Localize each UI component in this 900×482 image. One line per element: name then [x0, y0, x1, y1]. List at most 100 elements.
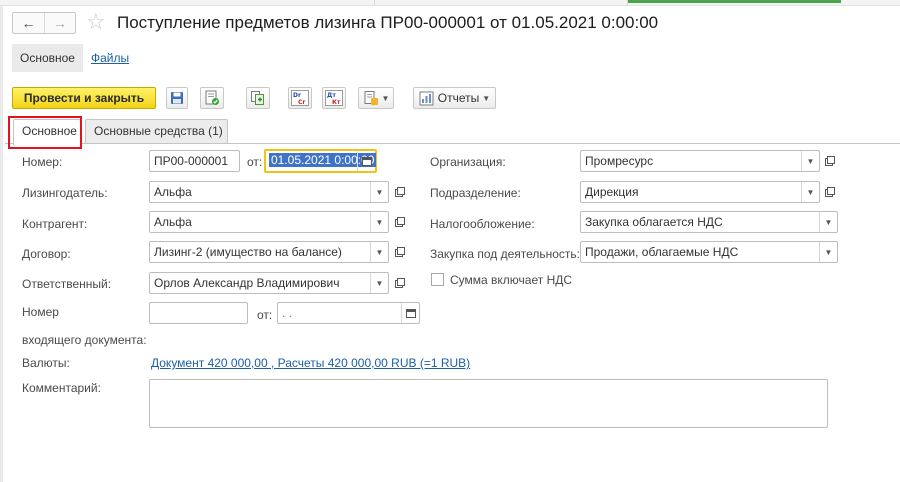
activity-label: Закупка под деятельность: — [430, 247, 581, 261]
lessor-label: Лизингодатель: — [22, 186, 108, 200]
organization-field[interactable]: Промресурс ▼ — [580, 150, 820, 172]
contract-open-button[interactable] — [391, 241, 409, 263]
calendar-icon[interactable] — [401, 303, 419, 323]
calendar-icon[interactable] — [357, 151, 375, 171]
date-field[interactable]: 01.05.2021 0:00:00 — [264, 149, 377, 173]
counterparty-open-button[interactable] — [391, 211, 409, 233]
responsible-field[interactable]: Орлов Александр Владимирович ▼ — [149, 272, 389, 294]
counterparty-value: Альфа — [154, 215, 192, 229]
open-link-icon — [825, 187, 835, 197]
lessor-open-button[interactable] — [391, 181, 409, 203]
chevron-down-icon: ▼ — [381, 93, 390, 103]
chevron-down-icon[interactable]: ▼ — [370, 273, 388, 293]
organization-value: Промресурс — [585, 154, 654, 168]
top-strip — [0, 0, 900, 6]
page-title: Поступление предметов лизинга ПР00-00000… — [117, 13, 659, 32]
dt-kt-icon: Дт Кт — [325, 90, 343, 106]
arrow-right-icon: → — [53, 15, 67, 31]
svg-text:Dr: Dr — [293, 92, 301, 99]
activity-value: Продажи, облагаемые НДС — [585, 245, 739, 259]
navigation-buttons: ← → — [12, 12, 76, 34]
dr-cr-button[interactable]: Dr Cr — [288, 87, 312, 109]
taxation-value: Закупка облагается НДС — [585, 215, 723, 229]
number-field[interactable]: ПР00-000001 — [149, 150, 240, 172]
chevron-down-icon[interactable]: ▼ — [801, 182, 819, 202]
open-link-icon — [825, 156, 835, 166]
tab-highlight-frame — [8, 116, 82, 149]
tab-fixed-assets[interactable]: Основные средства (1) — [85, 119, 228, 143]
chevron-down-icon[interactable]: ▼ — [801, 151, 819, 171]
contract-value: Лизинг-2 (имущество на балансе) — [154, 245, 342, 259]
left-edge — [0, 6, 3, 482]
taxation-field[interactable]: Закупка облагается НДС ▼ — [580, 211, 838, 233]
currency-label: Валюты: — [22, 356, 70, 370]
arrow-left-icon: ← — [21, 15, 36, 31]
chevron-down-icon[interactable]: ▼ — [370, 212, 388, 232]
contract-field[interactable]: Лизинг-2 (имущество на балансе) ▼ — [149, 241, 389, 263]
taxation-label: Налогообложение: — [430, 217, 535, 231]
responsible-value: Орлов Александр Владимирович — [154, 276, 340, 290]
svg-text:Дт: Дт — [327, 92, 336, 99]
department-field[interactable]: Дирекция ▼ — [580, 181, 820, 203]
star-icon[interactable]: ☆ — [86, 10, 106, 34]
department-open-button[interactable] — [821, 181, 839, 203]
dr-cr-icon: Dr Cr — [291, 90, 309, 106]
back-button[interactable]: ← — [13, 13, 44, 33]
post-and-close-button[interactable]: Провести и закрыть — [12, 87, 156, 109]
dt-kt-button[interactable]: Дт Кт — [322, 87, 346, 109]
number-value: ПР00-000001 — [154, 154, 229, 168]
incoming-document-label: входящего документа: — [22, 333, 147, 347]
incoming-date-prefix-label: от: — [257, 308, 273, 322]
post-document-icon — [205, 90, 219, 105]
top-strip-segment — [841, 0, 900, 5]
vat-included-checkbox[interactable] — [431, 273, 444, 286]
reports-label: Отчеты — [437, 91, 480, 105]
chevron-down-icon[interactable]: ▼ — [370, 182, 388, 202]
document-attachment-icon — [364, 91, 378, 105]
department-value: Дирекция — [585, 185, 639, 199]
incoming-date-field[interactable]: . . — [277, 302, 420, 324]
responsible-label: Ответственный: — [22, 277, 112, 291]
create-based-on-icon — [251, 91, 264, 105]
incoming-number-label: Номер — [22, 305, 59, 319]
create-based-on-button[interactable] — [246, 87, 270, 109]
chevron-down-icon: ▼ — [482, 93, 491, 103]
floppy-disk-icon — [171, 92, 183, 104]
organization-open-button[interactable] — [821, 150, 839, 172]
counterparty-label: Контрагент: — [22, 217, 88, 231]
open-link-icon — [395, 217, 405, 227]
activity-field[interactable]: Продажи, облагаемые НДС ▼ — [580, 241, 838, 263]
comment-field[interactable] — [149, 379, 828, 428]
organization-label: Организация: — [430, 155, 506, 169]
contract-label: Договор: — [22, 247, 71, 261]
tab-divider — [5, 143, 900, 144]
top-strip-segment — [375, 0, 628, 5]
lessor-field[interactable]: Альфа ▼ — [149, 181, 389, 203]
save-button[interactable] — [166, 87, 188, 109]
forward-button[interactable]: → — [44, 13, 75, 33]
open-link-icon — [395, 247, 405, 257]
active-window-indicator — [628, 0, 841, 3]
svg-text:Cr: Cr — [298, 99, 305, 106]
chevron-down-icon[interactable]: ▼ — [370, 242, 388, 262]
currency-link[interactable]: Документ 420 000,00 , Расчеты 420 000,00… — [151, 356, 470, 370]
svg-text:Кт: Кт — [332, 99, 341, 106]
lessor-value: Альфа — [154, 185, 192, 199]
reports-icon — [419, 91, 434, 105]
section-main[interactable]: Основное — [12, 44, 83, 72]
chevron-down-icon[interactable]: ▼ — [819, 242, 837, 262]
counterparty-field[interactable]: Альфа ▼ — [149, 211, 389, 233]
number-label: Номер: — [22, 155, 63, 169]
incoming-date-value: . . — [282, 306, 293, 320]
date-prefix-label: от: — [247, 155, 263, 169]
comment-label: Комментарий: — [22, 381, 101, 395]
incoming-number-field[interactable] — [149, 302, 248, 324]
open-link-icon — [395, 278, 405, 288]
top-strip-segment — [0, 0, 375, 5]
responsible-open-button[interactable] — [391, 272, 409, 294]
chevron-down-icon[interactable]: ▼ — [819, 212, 837, 232]
post-button[interactable] — [200, 87, 224, 109]
reports-menu-button[interactable]: Отчеты ▼ — [413, 87, 496, 109]
attachment-menu-button[interactable]: ▼ — [358, 87, 394, 109]
section-files-link[interactable]: Файлы — [83, 44, 137, 72]
